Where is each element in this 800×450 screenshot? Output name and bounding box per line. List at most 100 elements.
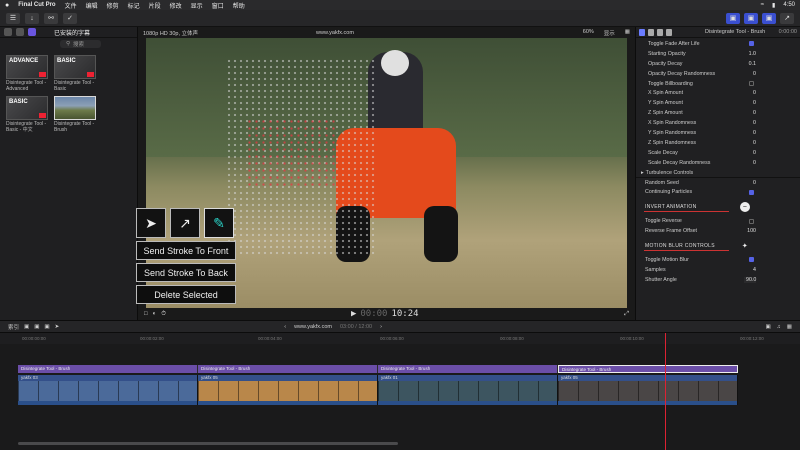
menu-help[interactable]: 帮助 — [233, 1, 245, 10]
delete-selected-button[interactable]: Delete Selected — [136, 285, 236, 304]
checkbox[interactable] — [749, 218, 754, 224]
param-value[interactable]: 0.1 — [744, 61, 756, 67]
param-value[interactable]: 0 — [744, 100, 756, 106]
timeline-toggle-icon[interactable]: ▣ — [744, 12, 758, 24]
checkmark-icon[interactable]: ✓ — [63, 12, 77, 24]
search-input[interactable]: ⚲ 搜索 — [60, 40, 101, 48]
param-value[interactable]: 1.0 — [744, 51, 756, 57]
app-menu[interactable]: Final Cut Pro — [18, 2, 55, 8]
media-icon[interactable] — [4, 28, 12, 36]
checkbox[interactable] — [749, 81, 754, 86]
menu-edit[interactable]: 编辑 — [86, 1, 98, 10]
param-value[interactable]: 100 — [744, 228, 756, 234]
title-clip[interactable]: Disintegrate Tool - Brush — [18, 365, 198, 373]
color-icon[interactable]: ◐ — [153, 311, 157, 317]
view-menu[interactable]: 显示 — [604, 29, 615, 37]
forward-icon[interactable]: › — [380, 324, 382, 330]
insert-icon[interactable]: ▣ — [34, 324, 39, 330]
menu-modify[interactable]: 修改 — [170, 1, 182, 10]
send-to-front-button[interactable]: Send Stroke To Front — [136, 241, 236, 260]
checkbox[interactable] — [749, 41, 754, 47]
title-clip[interactable]: Disintegrate Tool - Brush — [378, 365, 558, 373]
video-clip[interactable]: yakfx 01 — [378, 375, 558, 405]
param-label: Toggle Billboarding — [648, 80, 693, 87]
title-thumb[interactable]: BASIC Disintegrate Tool - Basic — [54, 55, 96, 92]
key-icon[interactable]: ⚯ — [44, 12, 58, 24]
clip-connect-icon[interactable]: ▣ — [24, 324, 29, 330]
timeline-scrollbar[interactable] — [0, 441, 800, 446]
import-icon[interactable]: ↓ — [25, 12, 39, 24]
title-clip[interactable]: Disintegrate Tool - Brush — [198, 365, 378, 373]
audio-waveform-icon[interactable]: ▣ — [765, 324, 770, 330]
turbulence-group[interactable]: ▸ Turbulence Controls — [636, 168, 800, 178]
viewer-options-icon[interactable]: ▦ — [625, 29, 630, 37]
photos-icon[interactable] — [16, 28, 24, 36]
clip-appearance-icon[interactable]: ▦ — [787, 324, 792, 330]
title-inspector-icon[interactable] — [639, 28, 645, 36]
audio-inspector-icon[interactable] — [657, 28, 663, 36]
checkbox[interactable] — [749, 257, 754, 263]
menu-mark[interactable]: 标记 — [128, 1, 140, 10]
zoom-menu[interactable]: 60% — [583, 29, 594, 37]
param-value[interactable]: 0 — [744, 130, 756, 136]
param-label: Scale Decay — [648, 149, 678, 156]
info-icon[interactable] — [666, 28, 672, 36]
param-value[interactable]: 0 — [744, 180, 756, 186]
inspector-toggle-icon[interactable]: ▣ — [762, 12, 776, 24]
library-menu-icon[interactable]: ☰ — [6, 12, 20, 24]
fullscreen-icon[interactable]: ⤢ — [624, 311, 629, 318]
title-clip-selected[interactable]: Disintegrate Tool - Brush — [558, 365, 738, 373]
browser-header: 已安装的字幕 — [0, 27, 137, 38]
titles-icon[interactable] — [28, 28, 36, 36]
share-icon[interactable]: ↗ — [780, 12, 794, 24]
play-icon[interactable]: ▶ — [351, 309, 356, 319]
title-thumb[interactable]: BASIC Disintegrate Tool - Basic - 中文 — [6, 96, 48, 133]
project-name[interactable]: www.yakfx.com — [294, 324, 332, 330]
param-value[interactable]: 0 — [744, 140, 756, 146]
filmstrip — [378, 381, 557, 401]
menu-trim[interactable]: 修剪 — [107, 1, 119, 10]
append-icon[interactable]: ▣ — [44, 324, 49, 330]
title-thumb[interactable]: ADVANCE Disintegrate Tool - Advanced — [6, 55, 48, 92]
video-clip[interactable]: yakfx 05 — [198, 375, 378, 405]
apple-icon[interactable]: ● — [5, 2, 9, 9]
param-value[interactable]: 4 — [744, 267, 756, 273]
select-tool-icon[interactable]: ➤ — [55, 324, 60, 330]
scrollbar-thumb[interactable] — [18, 442, 398, 445]
browser-toggle-icon[interactable]: ▣ — [726, 12, 740, 24]
video-inspector-icon[interactable] — [648, 28, 654, 36]
battery-icon[interactable]: ▮ — [772, 2, 775, 9]
menu-window[interactable]: 窗口 — [212, 1, 224, 10]
menu-view[interactable]: 显示 — [191, 1, 203, 10]
menu-file[interactable]: 文件 — [65, 1, 77, 10]
param-value[interactable]: 90.0 — [744, 276, 756, 283]
video-clip[interactable]: yakfx 03 — [18, 375, 198, 405]
send-to-back-button[interactable]: Send Stroke To Back — [136, 263, 236, 282]
checkbox[interactable] — [749, 189, 754, 195]
timeline-ruler[interactable]: 00:00:00:00 00:00:02:00 00:00:04:00 00:0… — [0, 333, 800, 344]
disclosure-triangle-icon[interactable]: ▸ — [641, 170, 644, 176]
param-value[interactable]: 0 — [744, 160, 756, 166]
brush-icon[interactable]: ✎ — [204, 208, 234, 238]
param-value[interactable]: 0 — [744, 120, 756, 126]
titles-browser: 已安装的字幕 ⚲ 搜索 ADVANCE Disintegrate Tool - … — [0, 27, 138, 320]
menu-clip[interactable]: 片段 — [149, 1, 161, 10]
param-value[interactable]: 0 — [744, 71, 756, 77]
transform-icon[interactable]: □ — [144, 311, 148, 317]
video-clip[interactable]: yakfx 05 — [558, 375, 738, 405]
playhead[interactable] — [665, 333, 666, 450]
param-label: Opacity Decay Randomness — [648, 70, 716, 77]
headphones-icon[interactable]: ♫ — [777, 324, 781, 330]
speed-icon[interactable]: ⏱ — [161, 311, 166, 318]
index-button[interactable]: 索引 — [8, 323, 19, 331]
back-icon[interactable]: ‹ — [284, 324, 286, 330]
browser-title[interactable]: 已安装的字幕 — [54, 28, 90, 37]
title-thumb-selected[interactable]: Disintegrate Tool - Brush — [54, 96, 96, 133]
param-value[interactable]: 0 — [744, 150, 756, 156]
menubar-clock[interactable]: 4:50 — [783, 2, 795, 8]
wifi-icon[interactable]: ≈ — [761, 2, 764, 8]
hollow-arrow-icon[interactable]: ↗ — [170, 208, 200, 238]
select-arrow-icon[interactable]: ➤ — [136, 208, 166, 238]
param-value[interactable]: 0 — [744, 110, 756, 116]
param-value[interactable]: 0 — [744, 90, 756, 96]
